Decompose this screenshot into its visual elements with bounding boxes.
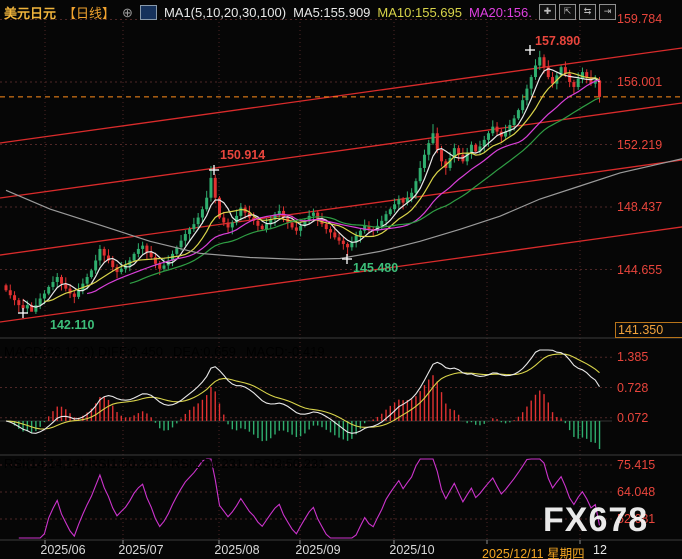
chart-toolbar: ✚⇱⇆⇥ [539,4,616,20]
rsi1-title: RSI(14,14,14) RSI1:50.231 [4,456,161,471]
ma10-value: MA10:155.695 [377,5,462,20]
price-highlight-label: 141.350 [615,322,682,338]
period-tag: 【日线】 [63,3,115,22]
partial-month-label: 12 [593,543,607,557]
rsi3-value: RSI3:50.231 [253,456,325,471]
ma5-value: MA5:155.909 [293,5,370,20]
price-axis-tick: 159.784 [617,12,681,26]
price-axis-tick: 156.001 [617,75,681,89]
ma5-line [23,69,599,307]
price-annotation: 142.110 [50,318,95,332]
rsi2-value: RSI2:50.231 [171,456,243,471]
macd-pane-header: MACD(26,12,9) DIFF:0.450 DEA:0.659 MACD:… [4,344,325,359]
rsi-pane-header: RSI(14,14,14) RSI1:50.231 RSI2:50.231 RS… [4,456,325,471]
trend-channel-lines [0,48,682,322]
add-indicator-icon[interactable]: ⊕ [122,7,133,19]
price-axis-tick: 148.437 [617,200,681,214]
price-axis-tick: 152.219 [617,138,681,152]
ma-group-label: MA1(5,10,20,30,100) [164,5,286,20]
ma30-line [130,98,600,283]
fx678-watermark: FX678 [543,501,648,540]
price-annotation: 150.914 [220,148,265,162]
symbol-name: 美元日元 [4,3,56,22]
time-axis-month: 2025/07 [118,543,163,557]
dea-value: DEA:0.659 [173,344,236,359]
macd-axis-tick: 0.072 [617,411,681,425]
crosshair-date-label: 2025/12/11 星期四 [482,543,585,559]
pan-chart-icon[interactable]: ⇆ [579,4,596,20]
time-axis-month: 2025/08 [214,543,259,557]
chart-header: 美元日元 【日线】 ⊕ MA1(5,10,20,30,100) MA5:155.… [4,3,532,22]
price-axis-tick: 144.655 [617,263,681,277]
time-axis-month: 2025/06 [40,543,85,557]
time-axis-month: 2025/09 [295,543,340,557]
chart-plot-area[interactable] [0,0,682,559]
ma20-value: MA20:156. [469,5,532,20]
macd-title: MACD(26,12,9) DIFF:0.450 [4,344,163,359]
zoom-scale-icon[interactable]: ⇱ [559,4,576,20]
macd-axis-tick: 0.728 [617,381,681,395]
macd-axis-tick: 1.385 [617,350,681,364]
chart-type-icon[interactable] [140,5,157,20]
price-annotation: 157.890 [535,34,580,48]
candlesticks [5,51,602,314]
price-annotation: 145.480 [353,261,398,275]
ma-lines [23,69,599,307]
rsi-axis-tick: 64.048 [617,485,681,499]
ma-lines [130,98,600,283]
jump-latest-icon[interactable]: ⇥ [599,4,616,20]
macd-value: MACD:-0.419 [246,344,325,359]
macd-pane [0,350,612,449]
crosshair-move-icon[interactable]: ✚ [539,4,556,20]
rsi-axis-tick: 75.415 [617,458,681,472]
trading-chart-window: 美元日元 【日线】 ⊕ MA1(5,10,20,30,100) MA5:155.… [0,0,682,559]
time-axis-month: 2025/10 [389,543,434,557]
